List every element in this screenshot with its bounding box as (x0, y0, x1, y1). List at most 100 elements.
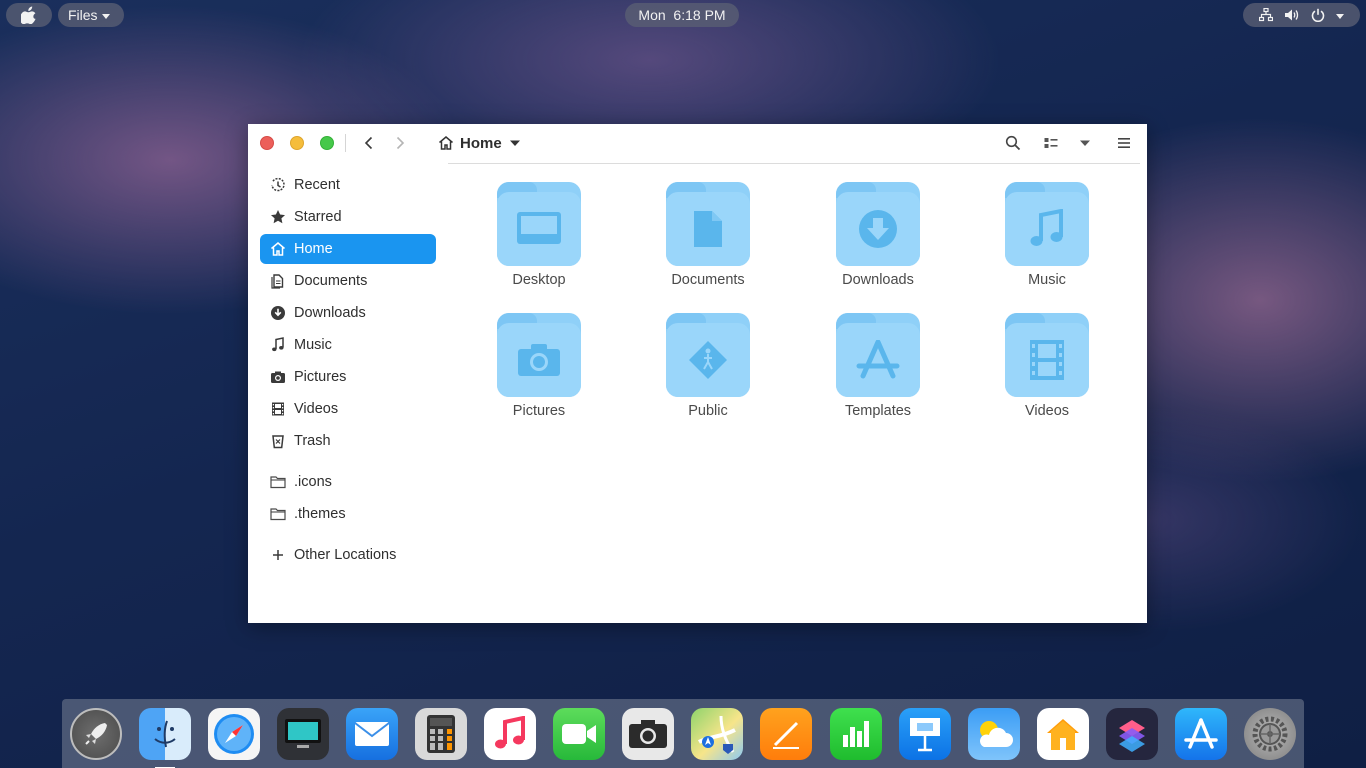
weather-icon (979, 720, 1013, 747)
public-folder-icon (666, 313, 750, 397)
maps-icon (698, 715, 737, 754)
dock-app-store[interactable] (1174, 707, 1227, 760)
documents-folder-icon (666, 182, 750, 266)
main-menu-button[interactable] (1114, 133, 1134, 153)
sidebar-item-trash[interactable]: Trash (260, 426, 436, 456)
file-item-music[interactable]: Music (977, 182, 1117, 288)
files-window: Home Recent Starred Home Documents Downl… (248, 124, 1147, 623)
sidebar-item-home[interactable]: Home (260, 234, 436, 264)
pictures-folder-icon (497, 313, 581, 397)
sidebar-item-label: Documents (294, 273, 368, 289)
sidebar-item-music[interactable]: Music (260, 330, 436, 360)
dock-numbers[interactable] (829, 707, 882, 760)
dock-keynote[interactable] (898, 707, 951, 760)
settings-icon (1252, 716, 1288, 751)
videos-folder-icon (1005, 313, 1089, 397)
facetime-icon (562, 723, 597, 744)
calculator-icon (427, 714, 456, 753)
file-item-downloads[interactable]: Downloads (808, 182, 948, 288)
path-label: Home (460, 134, 502, 152)
sidebar-item-pictures[interactable]: Pictures (260, 362, 436, 392)
file-label: Desktop (512, 272, 566, 288)
sidebar-item-recent[interactable]: Recent (260, 170, 436, 200)
app-menu-label: Files (68, 7, 98, 23)
file-label: Pictures (512, 403, 566, 419)
dock-safari[interactable] (208, 707, 261, 760)
safari-icon (214, 713, 255, 754)
sidebar-item-videos[interactable]: Videos (260, 394, 436, 424)
dock-launchpad[interactable] (70, 707, 122, 760)
file-item-videos[interactable]: Videos (977, 313, 1117, 419)
sidebar-item-downloads[interactable]: Downloads (260, 298, 436, 328)
forward-button[interactable] (390, 133, 410, 153)
file-item-public[interactable]: Public (638, 313, 778, 419)
dock-settings[interactable] (1243, 707, 1296, 760)
view-toggle-button[interactable] (1041, 133, 1061, 153)
dock-weather[interactable] (967, 707, 1020, 760)
dock-music[interactable] (484, 707, 537, 760)
dock-pages[interactable] (760, 707, 813, 760)
music-icon (495, 715, 526, 748)
sidebar-item-label: Trash (294, 433, 331, 449)
file-label: Public (688, 403, 728, 419)
dock (62, 699, 1304, 768)
file-item-templates[interactable]: Templates (808, 313, 948, 419)
camera-icon (629, 719, 668, 748)
file-label: Videos (1024, 403, 1070, 419)
sidebar-item-label: Videos (294, 401, 339, 417)
close-button[interactable] (260, 136, 274, 150)
back-button[interactable] (359, 133, 379, 153)
music-folder-icon (1005, 182, 1089, 266)
document-icon (271, 274, 284, 289)
clock-label: Mon 6:18 PM (638, 7, 726, 23)
sidebar-item-documents[interactable]: Documents (260, 266, 436, 296)
clock-button[interactable]: Mon 6:18 PM (625, 3, 739, 27)
folder-icon (270, 476, 286, 489)
dock-maps[interactable] (691, 707, 744, 760)
desktop-folder-icon (497, 182, 581, 266)
chevron-down-icon (509, 140, 520, 146)
downloads-folder-icon (836, 182, 920, 266)
file-label: Documents (671, 272, 745, 288)
file-item-pictures[interactable]: Pictures (469, 313, 609, 419)
screen-icon (285, 718, 322, 748)
file-item-desktop[interactable]: Desktop (469, 182, 609, 288)
dock-mail[interactable] (346, 707, 399, 760)
apple-menu-button[interactable] (6, 3, 52, 27)
file-label: Templates (844, 403, 912, 419)
numbers-icon (842, 720, 869, 747)
dock-facetime[interactable] (553, 707, 606, 760)
keynote-icon (909, 717, 940, 751)
pages-icon (773, 721, 800, 749)
finder-icon (154, 720, 176, 747)
sidebar-item-icons[interactable]: .icons (260, 467, 436, 497)
dock-home-app[interactable] (1036, 707, 1089, 760)
file-label: Music (1028, 272, 1066, 288)
dock-screen[interactable] (277, 707, 330, 760)
view-options-button[interactable] (1075, 133, 1095, 153)
mail-icon (354, 721, 390, 746)
sidebar-item-label: Home (294, 241, 333, 257)
path-bar-home[interactable]: Home (438, 133, 522, 153)
dock-calculator[interactable] (415, 707, 468, 760)
sidebar-item-themes[interactable]: .themes (260, 499, 436, 529)
search-icon (1005, 135, 1021, 151)
sidebar-item-starred[interactable]: Starred (260, 202, 436, 232)
sidebar-item-label: Starred (294, 209, 342, 225)
dock-camera[interactable] (622, 707, 675, 760)
maximize-button[interactable] (320, 136, 334, 150)
dock-shortcuts[interactable] (1105, 707, 1158, 760)
film-icon (272, 402, 284, 416)
network-icon (1258, 8, 1273, 22)
sidebar-item-other-locations[interactable]: Other Locations (260, 540, 436, 570)
dock-finder[interactable] (139, 707, 192, 768)
minimize-button[interactable] (290, 136, 304, 150)
hamburger-menu-icon (1118, 138, 1130, 148)
system-menu-button[interactable] (1243, 3, 1360, 27)
apple-icon (21, 6, 36, 24)
sidebar-item-label: Pictures (294, 369, 347, 385)
chevron-down-icon (1080, 140, 1090, 146)
search-button[interactable] (1003, 133, 1023, 153)
app-menu-button[interactable]: Files (58, 3, 124, 27)
file-item-documents[interactable]: Documents (638, 182, 778, 288)
